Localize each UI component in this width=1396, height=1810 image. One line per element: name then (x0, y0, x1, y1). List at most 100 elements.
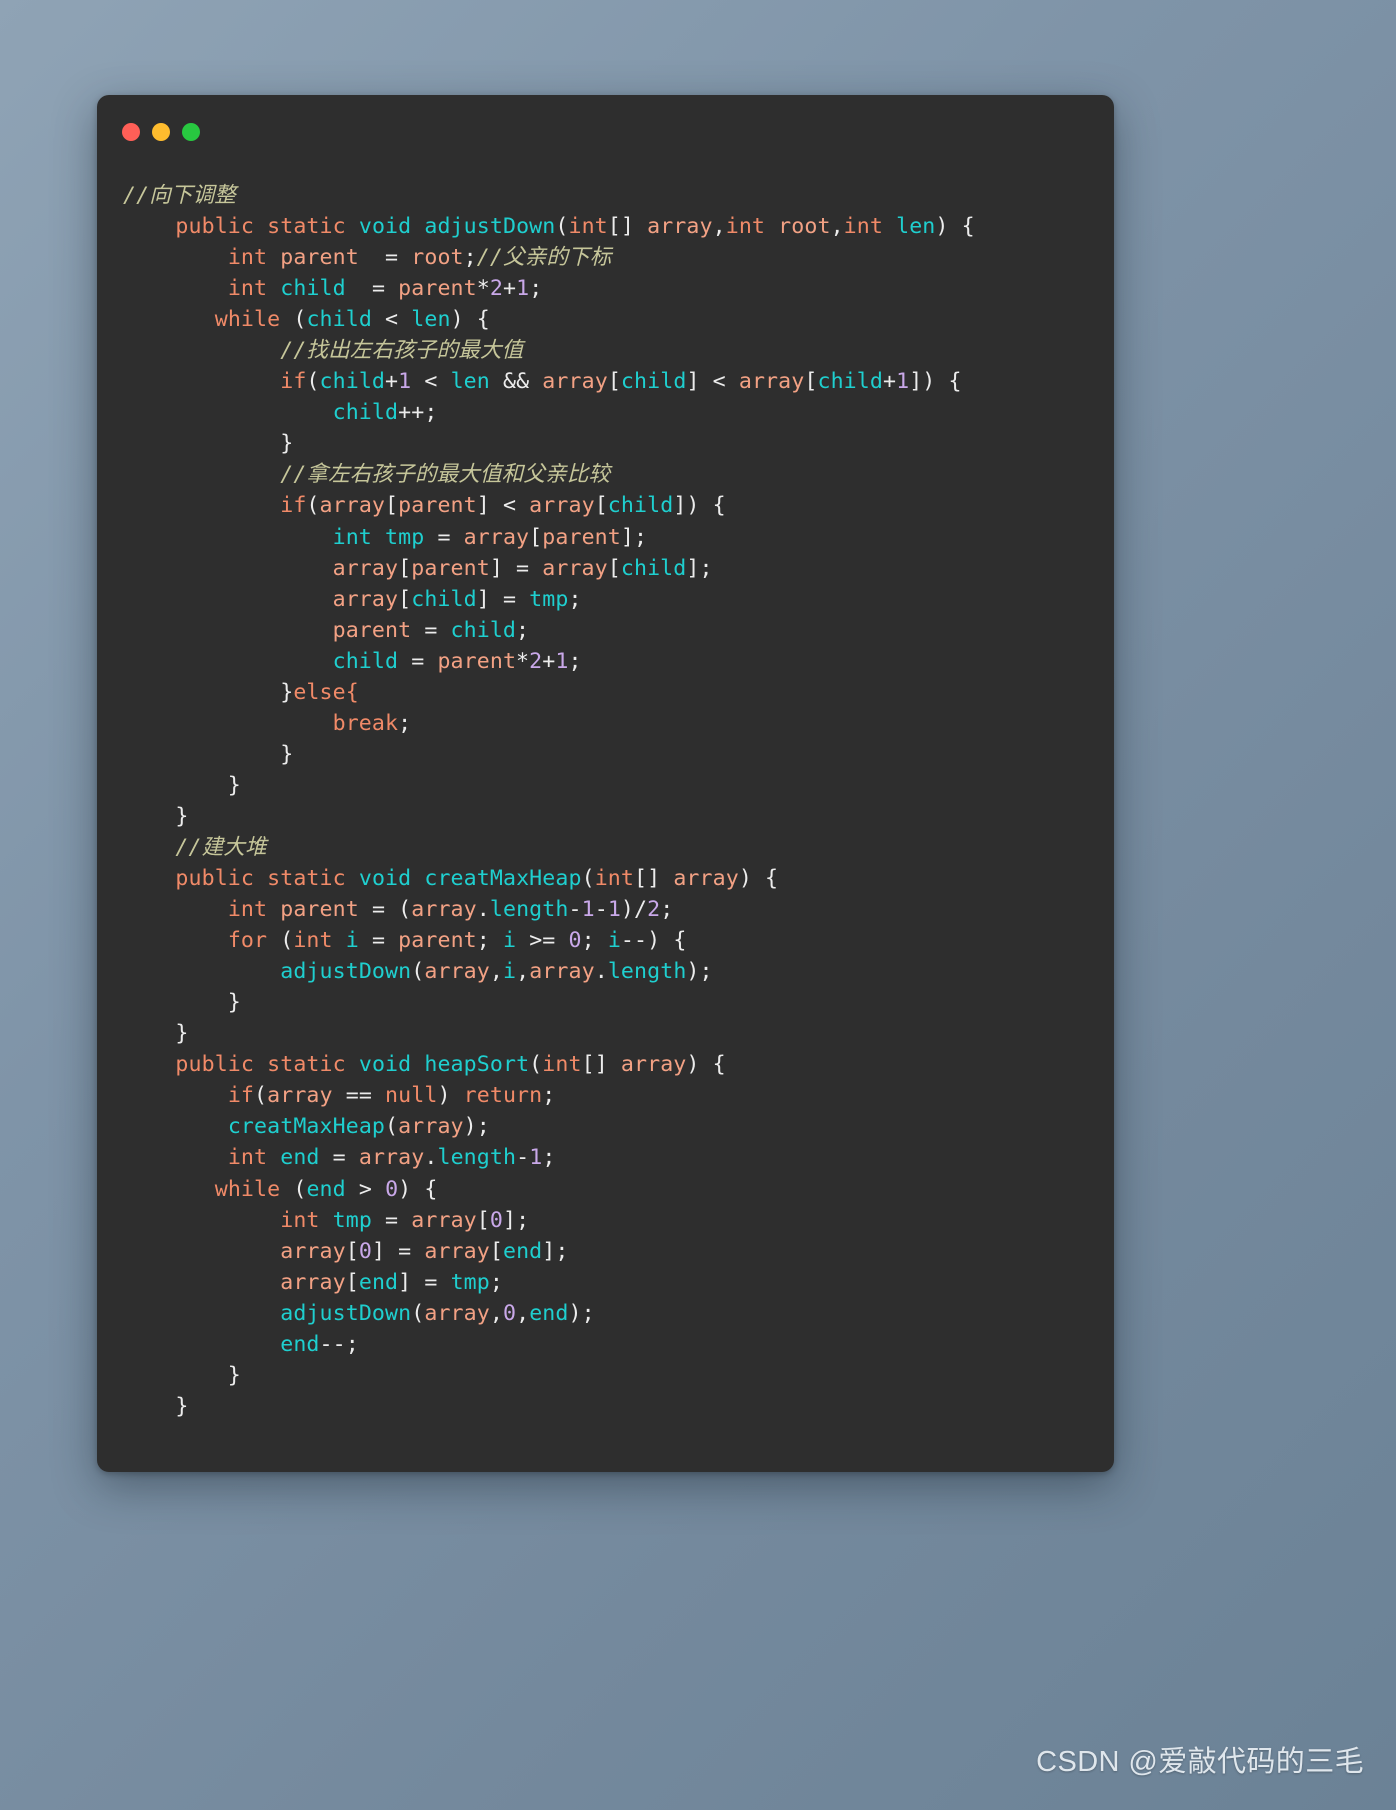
code-token: ; (542, 1083, 556, 1109)
code-token: 0 (568, 928, 582, 954)
code-token: 0 (489, 1207, 503, 1233)
code-token: ; (476, 928, 503, 954)
code-token: creatMaxHeap (424, 866, 582, 892)
maximize-button[interactable] (182, 123, 200, 141)
code-token: i (607, 928, 621, 954)
code-token: ) { (450, 307, 490, 333)
code-line: } (123, 987, 1114, 1018)
code-line: }else{ (123, 677, 1114, 708)
code-token: void (358, 1052, 412, 1078)
code-token: ]; (542, 1238, 569, 1264)
code-token: adjustDown (280, 1300, 412, 1326)
code-token: ++; (398, 400, 438, 426)
close-button[interactable] (122, 123, 140, 141)
code-token: while (214, 307, 281, 333)
code-token: ( (254, 1083, 268, 1109)
code-token: int (542, 1052, 582, 1078)
code-token: } (123, 990, 241, 1016)
code-token: array (424, 959, 490, 985)
code-token: - (594, 897, 608, 923)
code-token: [ (345, 1269, 359, 1295)
code-token: + (385, 369, 399, 395)
code-token: ( (529, 1052, 543, 1078)
code-line: //拿左右孩子的最大值和父亲比较 (123, 459, 1114, 490)
code-line: } (123, 1360, 1114, 1391)
code-token: = (358, 928, 399, 954)
code-token: [ (804, 369, 818, 395)
code-token: heapSort (424, 1052, 530, 1078)
code-token: ] = (476, 586, 530, 612)
code-token: [ (398, 586, 412, 612)
code-line: array[0] = array[end]; (123, 1236, 1114, 1267)
code-token: ] = (371, 1238, 425, 1264)
code-token: - (568, 897, 582, 923)
code-token: ( (411, 1300, 425, 1326)
code-token: i (502, 928, 517, 954)
code-token: ) { (686, 1052, 726, 1078)
code-token: array (411, 1207, 477, 1233)
code-token: && (489, 369, 543, 395)
code-token: = (319, 1145, 359, 1171)
code-token: root (411, 245, 464, 271)
code-token: end (306, 1176, 346, 1202)
code-token: array (319, 493, 386, 519)
code-token: = (371, 1207, 412, 1233)
code-line: while (child < len) { (123, 304, 1114, 335)
code-token: int (227, 276, 268, 302)
code-token: int (843, 214, 883, 240)
code-line: //找出左右孩子的最大值 (123, 335, 1114, 366)
code-token: [ (607, 555, 621, 581)
code-token: array (620, 1052, 687, 1078)
code-token: [ (529, 524, 543, 550)
code-token: } (123, 741, 294, 767)
code-token: parent (280, 897, 359, 923)
code-token: ); (686, 959, 713, 985)
code-token: ( (306, 493, 320, 519)
code-token: void (358, 214, 412, 240)
code-token: static (267, 866, 346, 892)
code-token: ; (581, 928, 608, 954)
code-token: length (489, 897, 569, 923)
code-token: void (358, 866, 412, 892)
code-token: , (489, 959, 503, 985)
code-token: end (358, 1269, 399, 1295)
code-token: . (476, 897, 490, 923)
code-token: array (411, 897, 477, 923)
code-content[interactable]: //向下调整 public static void adjustDown(int… (97, 169, 1114, 1422)
code-token: child (319, 369, 386, 395)
code-token: array (398, 1114, 464, 1140)
code-token: end (280, 1331, 320, 1357)
code-token: int (280, 1207, 320, 1233)
code-token: 1 (529, 1145, 543, 1171)
code-token: while (214, 1176, 281, 1202)
code-line: if(child+1 < len && array[child] < array… (123, 366, 1114, 397)
code-token: array (332, 555, 399, 581)
code-token: array (332, 586, 399, 612)
code-token: } (123, 431, 294, 457)
code-token: = (345, 276, 399, 302)
code-token: --) { (620, 928, 687, 954)
code-token: parent (280, 245, 359, 271)
code-token: 1 (896, 369, 910, 395)
code-token: int (332, 524, 372, 550)
code-token: [ (345, 1238, 359, 1264)
minimize-button[interactable] (152, 123, 170, 141)
code-token: , (830, 214, 844, 240)
code-token: 2 (529, 648, 543, 674)
code-token: ; (568, 648, 582, 674)
